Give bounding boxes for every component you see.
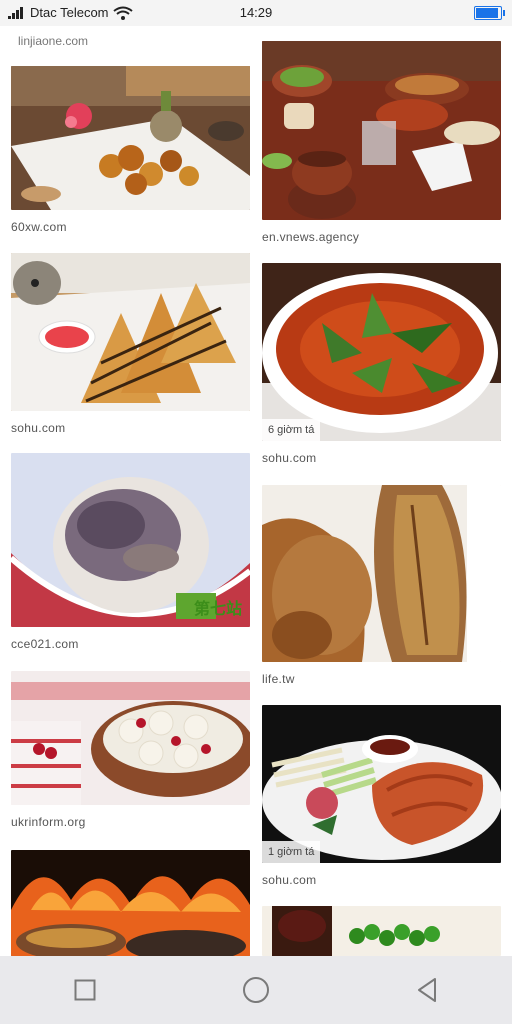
time-badge: 6 giờm tá [262, 419, 321, 441]
image-card[interactable]: 60xw.com [11, 66, 250, 234]
food-image[interactable] [11, 671, 250, 805]
image-card[interactable]: en.vnews.agency [262, 41, 501, 244]
source-caption[interactable]: cce021.com [11, 637, 250, 651]
food-image[interactable]: 第七站 [11, 453, 250, 627]
food-image[interactable]: 1 giờm tá [262, 705, 501, 863]
time-badge: 1 giờm tá [262, 841, 321, 863]
food-image[interactable] [262, 485, 501, 662]
image-card[interactable]: 1 giờm tá sohu.com [262, 705, 501, 887]
food-image[interactable] [11, 66, 250, 210]
status-bar: Dtac Telecom 14:29 [0, 0, 512, 26]
back-triangle-icon [417, 978, 436, 1002]
source-caption[interactable]: sohu.com [11, 421, 250, 435]
back-button[interactable] [397, 960, 457, 1020]
recents-button[interactable] [55, 960, 115, 1020]
square-icon [74, 979, 96, 1001]
clock: 14:29 [239, 5, 273, 20]
food-image[interactable] [11, 253, 250, 411]
source-caption[interactable]: 60xw.com [11, 220, 250, 234]
image-card[interactable]: ukrinform.org [11, 671, 250, 829]
home-button[interactable] [226, 960, 286, 1020]
image-card[interactable]: 6 giờm tá sohu.com [262, 263, 501, 465]
image-feed[interactable]: linjiaone.com 60xw.com sohu.com 第七站 cce0… [0, 26, 512, 956]
battery-icon [474, 6, 505, 20]
image-card[interactable] [11, 850, 250, 956]
source-caption[interactable]: ukrinform.org [11, 815, 250, 829]
source-caption[interactable]: sohu.com [262, 873, 501, 887]
food-image[interactable] [262, 41, 501, 220]
source-caption[interactable]: life.tw [262, 672, 501, 686]
image-card[interactable]: sohu.com [11, 253, 250, 435]
food-image[interactable] [11, 850, 250, 956]
circle-icon [242, 977, 269, 1003]
navigation-bar [0, 956, 512, 1024]
image-card[interactable]: life.tw [262, 485, 501, 686]
source-caption[interactable]: en.vnews.agency [262, 230, 501, 244]
image-card[interactable]: 第七站 cce021.com [11, 453, 250, 651]
source-caption[interactable]: sohu.com [262, 451, 501, 465]
source-caption[interactable]: linjiaone.com [18, 34, 88, 48]
food-image[interactable] [262, 906, 501, 956]
food-image[interactable]: 6 giờm tá [262, 263, 501, 441]
image-card[interactable] [262, 906, 501, 956]
image-watermark: 第七站 [193, 601, 242, 618]
